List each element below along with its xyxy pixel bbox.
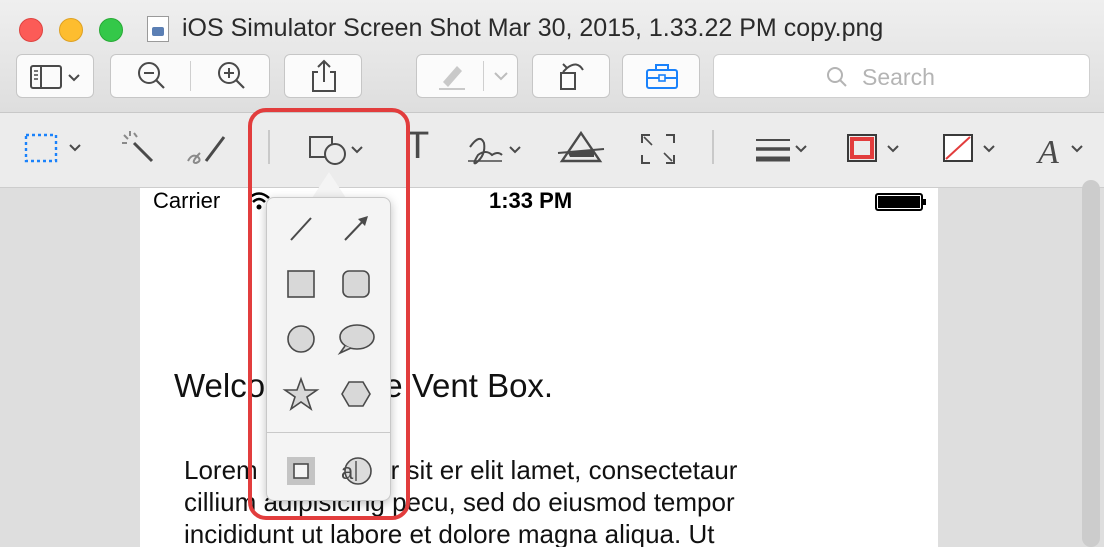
title-bar: iOS Simulator Screen Shot Mar 30, 2015, … — [0, 0, 1104, 113]
border-color-icon — [847, 134, 899, 162]
zoom-in-button[interactable] — [191, 55, 270, 97]
preview-window: iOS Simulator Screen Shot Mar 30, 2015, … — [0, 0, 1104, 547]
minimize-button[interactable] — [59, 18, 83, 42]
chevron-down-icon — [494, 72, 508, 81]
resize-icon — [641, 134, 675, 164]
zoom-out-button[interactable] — [111, 55, 190, 97]
selection-tool-button[interactable] — [18, 113, 88, 187]
rectangular-selection-icon — [24, 133, 81, 163]
window-title: iOS Simulator Screen Shot Mar 30, 2015, … — [182, 14, 884, 42]
prism-icon — [557, 130, 605, 163]
search-input[interactable]: Search — [713, 54, 1090, 98]
fill-color-icon — [943, 134, 995, 162]
share-button[interactable] — [284, 54, 362, 98]
text-style-button[interactable]: A — [1034, 113, 1100, 187]
rotate-button[interactable] — [532, 54, 610, 98]
document-icon — [147, 16, 169, 42]
shape-style-button[interactable] — [750, 113, 816, 187]
zoom-button[interactable] — [99, 18, 123, 42]
search-icon — [827, 67, 847, 87]
highlight-button[interactable] — [417, 55, 483, 97]
adjust-color-button[interactable] — [556, 113, 606, 187]
highlight-dropdown-button[interactable] — [484, 55, 518, 97]
markup-highlight-control — [416, 54, 518, 98]
zoom-in-icon — [218, 62, 245, 89]
red-highlight-annotation — [248, 108, 410, 520]
status-carrier: Carrier — [153, 188, 221, 213]
zoom-out-icon — [138, 62, 165, 89]
adjust-size-button[interactable] — [636, 113, 680, 187]
svg-text:A: A — [1036, 134, 1059, 171]
search-placeholder: Search — [862, 64, 935, 90]
highlighter-icon — [439, 66, 465, 90]
border-color-button[interactable] — [842, 113, 908, 187]
status-time: 1:33 PM — [489, 188, 573, 213]
toolbox-icon — [646, 64, 678, 89]
font-icon: A — [1036, 134, 1083, 171]
rotate-icon — [560, 63, 584, 90]
sign-tool-button[interactable] — [462, 113, 530, 187]
sketch-tool-button[interactable] — [182, 113, 236, 187]
share-icon — [312, 59, 336, 92]
sidebar-icon — [30, 65, 80, 89]
markup-toolbar: T A — [0, 113, 1104, 188]
close-button[interactable] — [19, 18, 43, 42]
fill-color-button[interactable] — [938, 113, 1004, 187]
magic-wand-icon — [122, 131, 154, 163]
vertical-scrollbar[interactable] — [1082, 180, 1100, 547]
signature-icon — [468, 137, 521, 165]
markup-toolbar-button[interactable] — [622, 54, 700, 98]
body-line: incididunt ut labore et dolore magna ali… — [184, 519, 715, 547]
instant-alpha-button[interactable] — [112, 113, 162, 187]
line-weight-icon — [756, 139, 807, 162]
zoom-segmented-control — [110, 54, 270, 98]
sidebar-view-button[interactable] — [16, 54, 94, 98]
battery-icon — [875, 193, 926, 211]
sketch-pen-icon — [187, 136, 226, 165]
